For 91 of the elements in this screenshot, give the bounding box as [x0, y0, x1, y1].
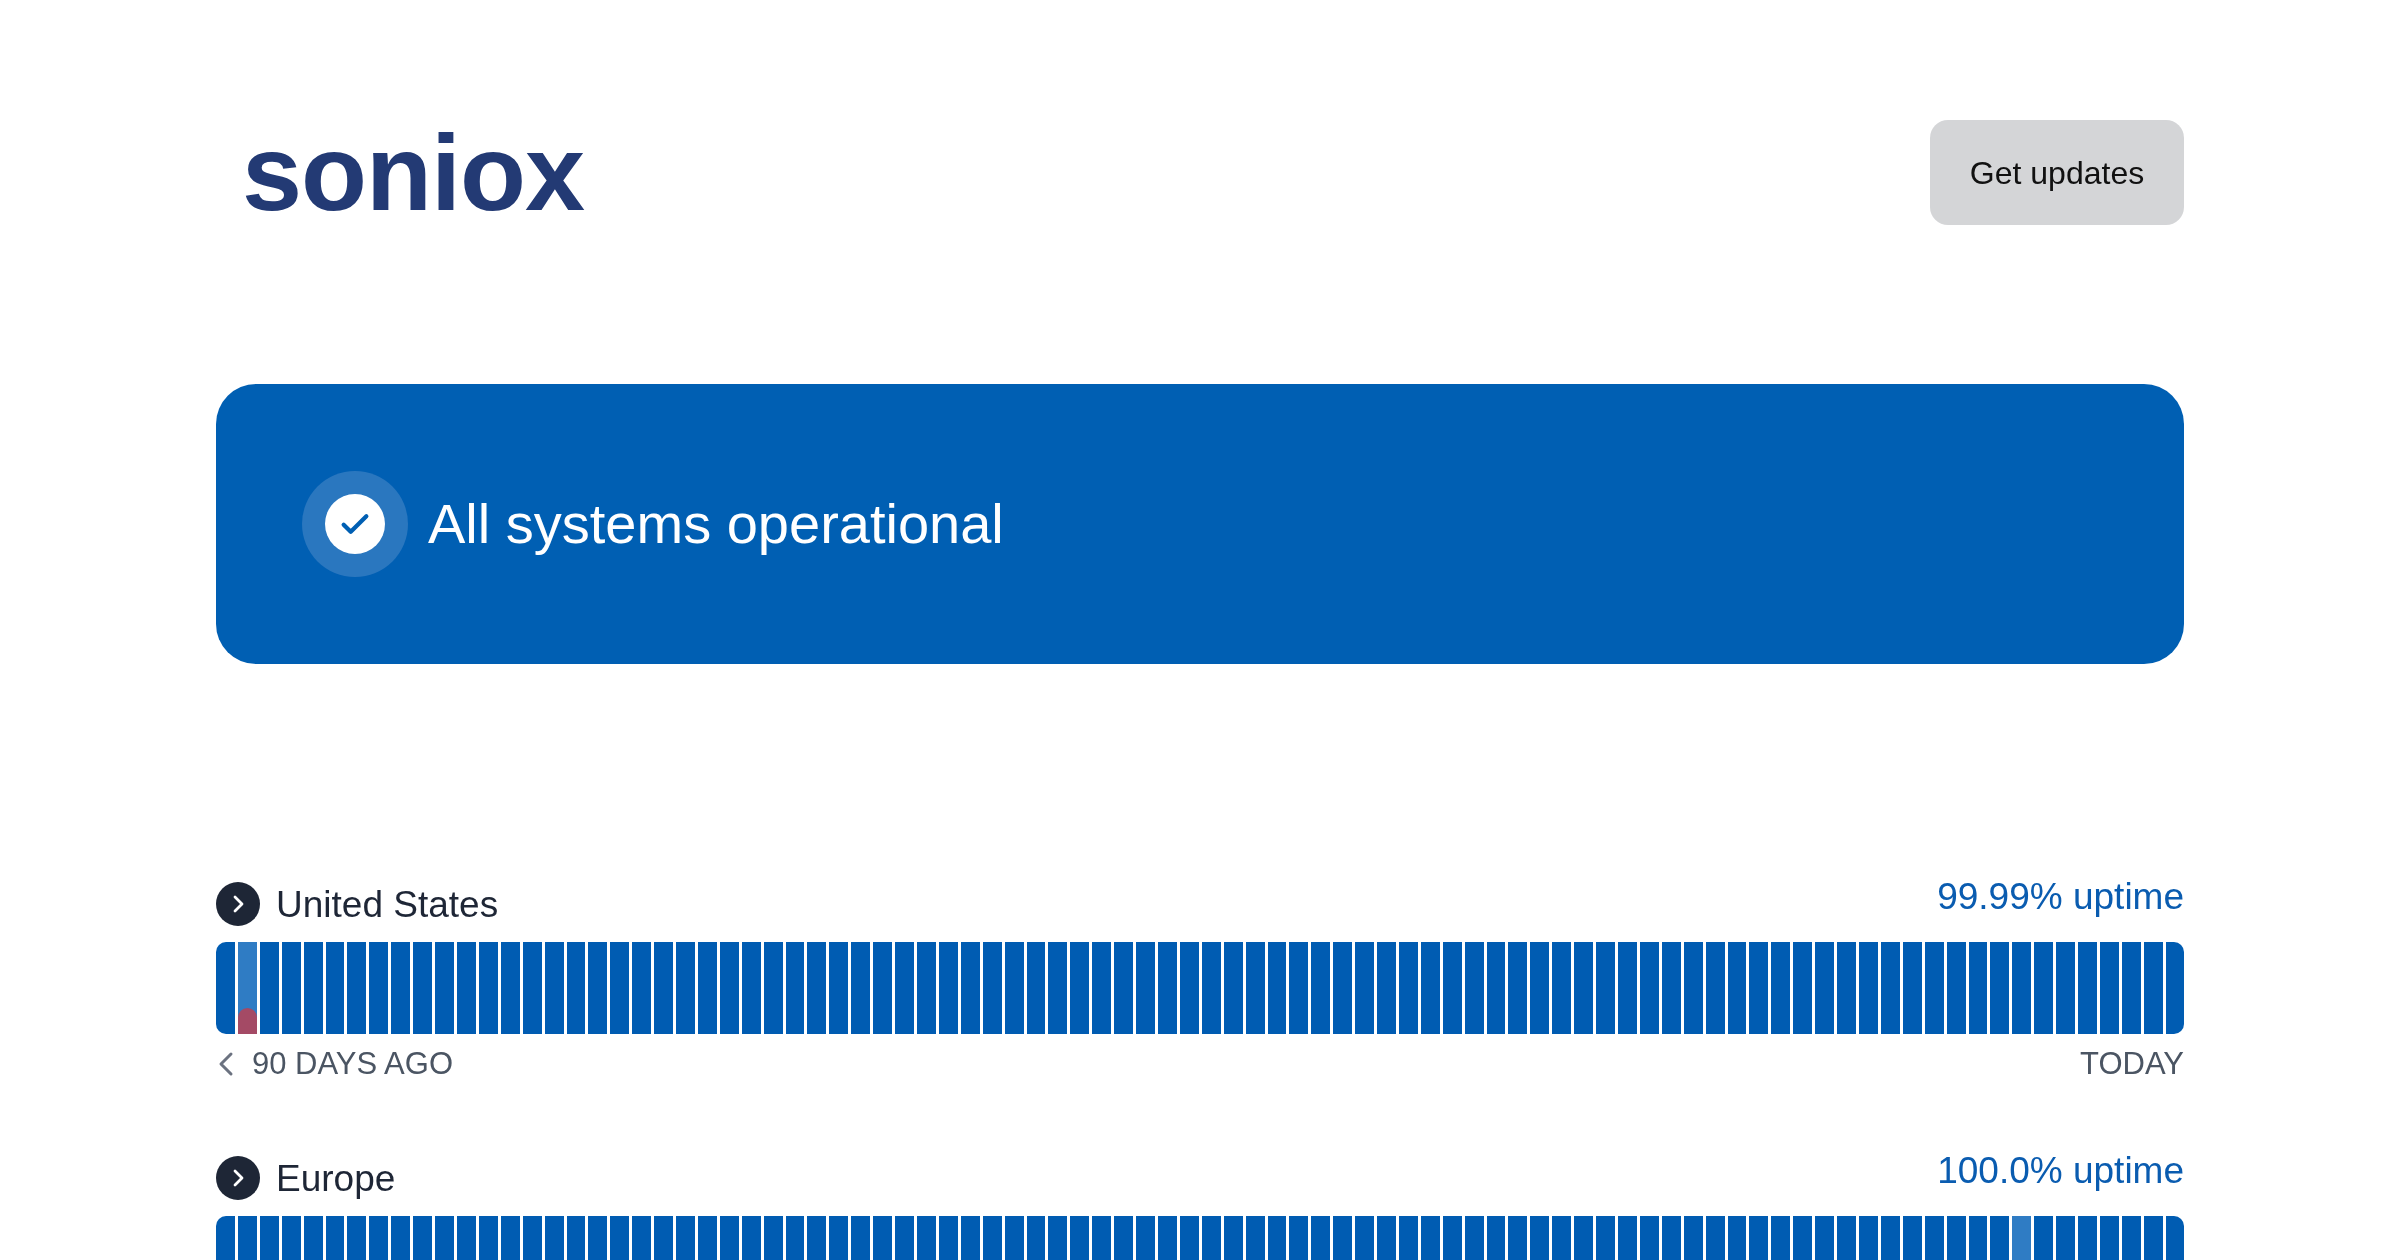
- uptime-day-bar[interactable]: [1004, 942, 1024, 1034]
- uptime-day-bar[interactable]: [391, 942, 411, 1034]
- chevron-icon[interactable]: [216, 1156, 260, 1201]
- uptime-day-bar[interactable]: [522, 942, 542, 1034]
- uptime-day-bar[interactable]: [1026, 942, 1046, 1034]
- uptime-day-bar[interactable]: [1464, 942, 1484, 1034]
- uptime-day-bar[interactable]: [478, 942, 498, 1034]
- uptime-day-bar[interactable]: [1070, 942, 1090, 1034]
- uptime-day-bar[interactable]: [1793, 942, 1813, 1034]
- uptime-day-bar[interactable]: [216, 942, 235, 1034]
- uptime-day-bar[interactable]: [741, 942, 761, 1034]
- uptime-day-bar[interactable]: [1157, 942, 1177, 1034]
- uptime-day-bar[interactable]: [566, 942, 586, 1034]
- uptime-day-bar[interactable]: [1311, 942, 1331, 1034]
- uptime-day-bar[interactable]: [1968, 942, 1988, 1034]
- uptime-day-bar[interactable]: [456, 942, 476, 1034]
- uptime-day-bar[interactable]: [719, 942, 739, 1034]
- uptime-day-bar[interactable]: [785, 942, 805, 1034]
- uptime-day-bar[interactable]: [1333, 942, 1353, 1034]
- uptime-day-bar[interactable]: [873, 942, 893, 1034]
- uptime-day-bar[interactable]: [1289, 942, 1309, 1034]
- get-updates-button[interactable]: Get updates: [1930, 120, 2184, 225]
- region-name[interactable]: Europe: [276, 1150, 396, 1206]
- uptime-day-bar[interactable]: [1727, 942, 1747, 1034]
- uptime-day-bar[interactable]: [2099, 942, 2119, 1034]
- uptime-day-bar[interactable]: [1245, 942, 1265, 1034]
- uptime-day-bar[interactable]: [1705, 942, 1725, 1034]
- uptime-text: 100.0% uptime: [1937, 1148, 2184, 1193]
- uptime-day-bar[interactable]: [1924, 942, 1944, 1034]
- uptime-day-bar[interactable]: [325, 942, 345, 1034]
- uptime-day-bar[interactable]: [259, 942, 279, 1034]
- uptime-day-bar[interactable]: [1179, 942, 1199, 1034]
- uptime-day-bar[interactable]: [2165, 942, 2184, 1034]
- uptime-day-bar[interactable]: [1420, 942, 1440, 1034]
- uptime-day-bar[interactable]: [1639, 942, 1659, 1034]
- uptime-day-bar[interactable]: [1749, 942, 1769, 1034]
- uptime-day-bar[interactable]: [1858, 942, 1878, 1034]
- uptime-day-bar[interactable]: [544, 942, 564, 1034]
- start-label: 90 DAYS AGO: [252, 1044, 453, 1083]
- uptime-day-bar[interactable]: [2143, 942, 2163, 1034]
- uptime-day-bar[interactable]: [1267, 942, 1287, 1034]
- uptime-day-bar[interactable]: [2121, 942, 2141, 1034]
- region-name[interactable]: United States: [276, 876, 499, 932]
- uptime-day-bar[interactable]: [1442, 942, 1462, 1034]
- uptime-day-bar[interactable]: [851, 942, 871, 1034]
- uptime-day-bar[interactable]: [938, 942, 958, 1034]
- uptime-day-bar[interactable]: [413, 942, 433, 1034]
- uptime-day-bar[interactable]: [1114, 942, 1134, 1034]
- uptime-day-bar[interactable]: [654, 942, 674, 1034]
- uptime-day-bar[interactable]: [1946, 942, 1966, 1034]
- uptime-day-bar[interactable]: [1201, 942, 1221, 1034]
- uptime-day-bar[interactable]: [610, 942, 630, 1034]
- uptime-day-bar[interactable]: [1902, 942, 1922, 1034]
- uptime-day-bar[interactable]: [2056, 942, 2076, 1034]
- chevron-icon[interactable]: [216, 882, 260, 927]
- uptime-day-bar[interactable]: [237, 942, 257, 1034]
- uptime-day-bar[interactable]: [829, 942, 849, 1034]
- uptime-day-bar[interactable]: [369, 942, 389, 1034]
- uptime-day-bar[interactable]: [1880, 942, 1900, 1034]
- status-text: All systems operational: [428, 491, 1004, 557]
- uptime-day-bar[interactable]: [2012, 942, 2032, 1034]
- uptime-day-bar[interactable]: [1990, 942, 2010, 1034]
- uptime-day-bar[interactable]: [1398, 942, 1418, 1034]
- uptime-day-bar[interactable]: [1683, 942, 1703, 1034]
- uptime-day-bar[interactable]: [303, 942, 323, 1034]
- uptime-day-bar[interactable]: [1661, 942, 1681, 1034]
- uptime-day-bar[interactable]: [1092, 942, 1112, 1034]
- end-label: TODAY: [2080, 1044, 2184, 1083]
- uptime-day-bar[interactable]: [500, 942, 520, 1034]
- uptime-day-bar[interactable]: [1355, 942, 1375, 1034]
- uptime-day-bar[interactable]: [982, 942, 1002, 1034]
- uptime-day-bar[interactable]: [632, 942, 652, 1034]
- uptime-day-bar[interactable]: [347, 942, 367, 1034]
- uptime-day-bar[interactable]: [807, 942, 827, 1034]
- uptime-day-bar[interactable]: [763, 942, 783, 1034]
- uptime-day-bar[interactable]: [588, 942, 608, 1034]
- uptime-day-bar[interactable]: [1771, 942, 1791, 1034]
- uptime-day-bar[interactable]: [1223, 942, 1243, 1034]
- uptime-day-bar[interactable]: [697, 942, 717, 1034]
- uptime-day-bar[interactable]: [1530, 942, 1550, 1034]
- uptime-day-bar[interactable]: [281, 942, 301, 1034]
- uptime-day-bar[interactable]: [1574, 942, 1594, 1034]
- uptime-day-bar[interactable]: [960, 942, 980, 1034]
- soniox-logo[interactable]: soniox: [242, 118, 585, 227]
- uptime-day-bar[interactable]: [2034, 942, 2054, 1034]
- uptime-text: 99.99% uptime: [1937, 874, 2184, 919]
- uptime-day-bar[interactable]: [1815, 942, 1835, 1034]
- uptime-day-bar[interactable]: [1552, 942, 1572, 1034]
- uptime-day-bar[interactable]: [1486, 942, 1506, 1034]
- uptime-day-bar[interactable]: [1048, 942, 1068, 1034]
- uptime-day-bar[interactable]: [1508, 942, 1528, 1034]
